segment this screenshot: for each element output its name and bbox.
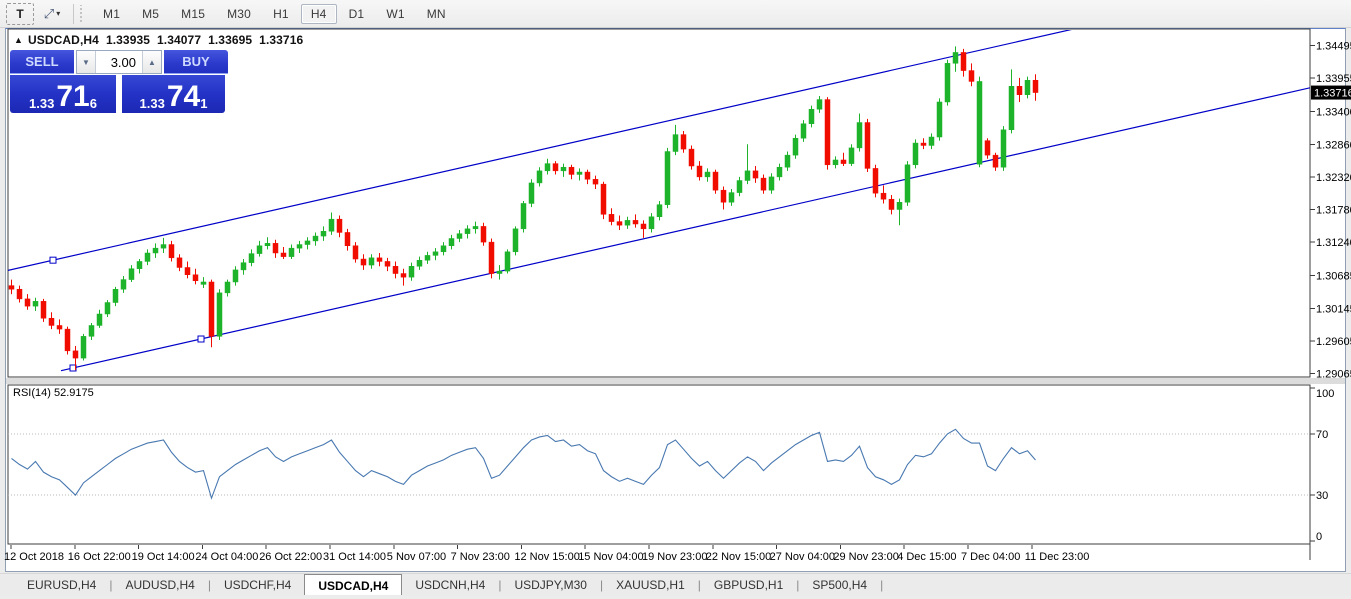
symbol-tab-eurusd[interactable]: EURUSD,H4	[14, 574, 109, 596]
symbol-tab-xauusd[interactable]: XAUUSD,H1	[603, 574, 698, 596]
sell-price-small: 1.33	[29, 97, 54, 110]
open-value: 1.33935	[106, 33, 150, 47]
rsi-indicator-label: RSI(14) 52.9175	[13, 387, 94, 399]
time-axis: 12 Oct 2018 16 Oct 22:0019 Oct 14:0024 Oc…	[4, 545, 1089, 563]
status-strip	[0, 595, 1351, 599]
svg-text:1.31780: 1.31780	[1316, 204, 1351, 216]
svg-text:1.34495: 1.34495	[1316, 41, 1351, 53]
svg-text:1.29605: 1.29605	[1316, 336, 1351, 348]
svg-text:1.32320: 1.32320	[1316, 172, 1351, 184]
volume-input[interactable]: 3.00	[96, 51, 142, 73]
svg-text:24 Oct 04:00: 24 Oct 04:00	[195, 551, 258, 563]
channel-handle	[198, 336, 204, 342]
svg-text:1.33400: 1.33400	[1316, 107, 1351, 119]
buy-price-panel[interactable]: 1.33741	[122, 75, 225, 113]
buy-price-big: 74	[167, 85, 200, 110]
close-value: 1.33716	[259, 33, 303, 47]
rsi-axis: 100 70 30 0	[1310, 388, 1334, 543]
svg-text:19 Nov 23:00: 19 Nov 23:00	[642, 551, 707, 563]
symbol-tab-usdchf[interactable]: USDCHF,H4	[211, 574, 304, 596]
volume-increase-button[interactable]: ▲	[142, 51, 161, 73]
svg-text:4 Dec 15:00: 4 Dec 15:00	[897, 551, 956, 563]
chart-ohlc-title: ▲ USDCAD,H4 1.33935 1.34077 1.33695 1.33716	[14, 33, 303, 47]
svg-text:11 Dec 23:00: 11 Dec 23:00	[1025, 551, 1090, 563]
sell-price-pip: 6	[90, 97, 97, 110]
volume-box: ▼ 3.00 ▲	[76, 50, 162, 74]
svg-text:7 Nov 23:00: 7 Nov 23:00	[451, 551, 510, 563]
symbol-tab-usdcad[interactable]: USDCAD,H4	[304, 574, 402, 596]
svg-text:1.32860: 1.32860	[1316, 139, 1351, 151]
volume-decrease-button[interactable]: ▼	[77, 51, 96, 73]
svg-text:5 Nov 07:00: 5 Nov 07:00	[387, 551, 446, 563]
svg-text:22 Nov 15:00: 22 Nov 15:00	[706, 551, 771, 563]
svg-text:1.30145: 1.30145	[1316, 303, 1351, 315]
price-axis: 1.34495 1.33955 1.33400 1.32860 1.32320 1.317…	[1310, 41, 1351, 381]
svg-text:19 Oct 14:00: 19 Oct 14:00	[132, 551, 195, 563]
one-click-trading-panel: SELL ▼ 3.00 ▲ BUY 1.33716 1.33741	[10, 50, 228, 113]
svg-text:31 Oct 14:00: 31 Oct 14:00	[323, 551, 386, 563]
svg-text:16 Oct 22:00: 16 Oct 22:00	[68, 551, 131, 563]
svg-text:1.33955: 1.33955	[1316, 73, 1351, 85]
symbol-tab-gbpusd[interactable]: GBPUSD,H1	[701, 574, 796, 596]
svg-text:1.31240: 1.31240	[1316, 237, 1351, 249]
tab-bar-lead	[0, 574, 14, 596]
svg-text:12 Nov 15:00: 12 Nov 15:00	[514, 551, 579, 563]
tab-separator: |	[880, 574, 883, 596]
svg-text:1.29065: 1.29065	[1316, 368, 1351, 380]
buy-button[interactable]: BUY	[164, 50, 228, 74]
symbol-tab-bar: EURUSD,H4|AUDUSD,H4|USDCHF,H4USDCAD,H4US…	[0, 573, 1351, 596]
high-value: 1.34077	[157, 33, 201, 47]
channel-handle	[50, 257, 56, 263]
chart-symbol-period: USDCAD,H4	[28, 33, 99, 47]
svg-text:1.33716: 1.33716	[1314, 88, 1351, 100]
svg-text:0: 0	[1316, 531, 1322, 543]
symbol-tab-sp500[interactable]: SP500,H4	[799, 574, 880, 596]
symbol-tabs: EURUSD,H4|AUDUSD,H4|USDCHF,H4USDCAD,H4US…	[14, 574, 883, 596]
svg-text:30: 30	[1316, 490, 1328, 502]
svg-text:100: 100	[1316, 388, 1334, 400]
sell-button[interactable]: SELL	[10, 50, 74, 74]
buy-price-pip: 1	[200, 97, 207, 110]
svg-text:27 Nov 04:00: 27 Nov 04:00	[770, 551, 835, 563]
svg-text:29 Nov 23:00: 29 Nov 23:00	[833, 551, 898, 563]
symbol-tab-usdcnh[interactable]: USDCNH,H4	[402, 574, 498, 596]
svg-text:7 Dec 04:00: 7 Dec 04:00	[961, 551, 1020, 563]
svg-text:12 Oct 2018: 12 Oct 2018	[4, 551, 64, 563]
buy-price-small: 1.33	[140, 97, 165, 110]
svg-text:1.30685: 1.30685	[1316, 271, 1351, 283]
sell-price-panel[interactable]: 1.33716	[10, 75, 116, 113]
svg-text:70: 70	[1316, 429, 1328, 441]
svg-text:15 Nov 04:00: 15 Nov 04:00	[578, 551, 643, 563]
low-value: 1.33695	[208, 33, 252, 47]
rsi-line	[12, 429, 1036, 498]
collapse-one-click-icon[interactable]: ▲	[14, 35, 23, 45]
symbol-tab-usdjpy[interactable]: USDJPY,M30	[501, 574, 599, 596]
sell-price-big: 71	[56, 85, 89, 110]
svg-text:26 Oct 22:00: 26 Oct 22:00	[259, 551, 322, 563]
symbol-tab-audusd[interactable]: AUDUSD,H4	[112, 574, 207, 596]
